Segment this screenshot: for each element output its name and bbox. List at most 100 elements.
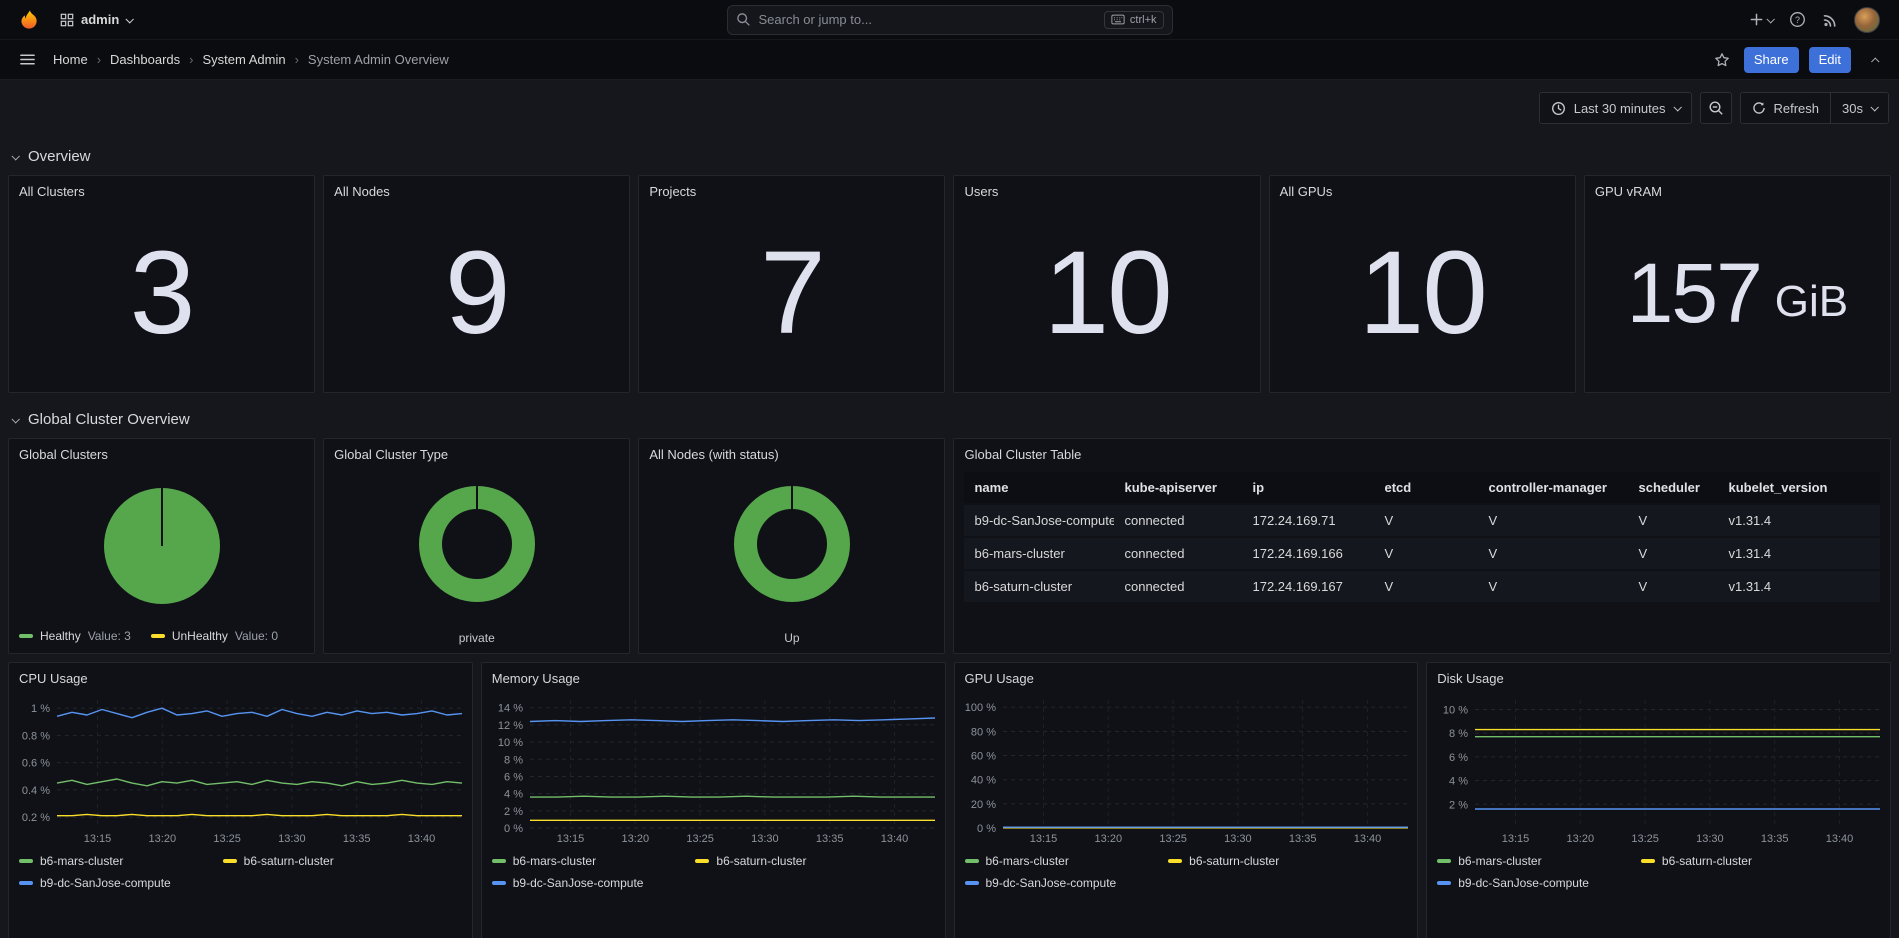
- time-range-label: Last 30 minutes: [1574, 101, 1666, 116]
- column-header[interactable]: kubelet_version: [1718, 472, 1880, 503]
- svg-text:10 %: 10 %: [498, 737, 523, 749]
- donut-label[interactable]: Up: [639, 621, 944, 653]
- legend-item[interactable]: b6-mars-cluster: [492, 854, 696, 868]
- panel-global-cluster-type: Global Cluster Type private: [323, 438, 630, 654]
- legend-item[interactable]: b6-saturn-cluster: [1641, 854, 1845, 868]
- legend-item[interactable]: UnHealthy Value: 0: [151, 629, 278, 643]
- column-header[interactable]: kube-apiserver: [1114, 472, 1242, 503]
- breadcrumb-home[interactable]: Home: [53, 52, 110, 67]
- time-controls: Last 30 minutes Refresh 30s: [8, 80, 1891, 138]
- org-switcher[interactable]: admin: [60, 12, 132, 27]
- legend-swatch: [695, 859, 709, 863]
- dashboard-canvas: Last 30 minutes Refresh 30s: [0, 80, 1899, 938]
- grafana-logo-icon: [19, 9, 41, 31]
- legend-item[interactable]: b9-dc-SanJose-compute: [19, 876, 223, 890]
- panel-title[interactable]: GPU Usage: [955, 663, 1418, 690]
- legend-item[interactable]: b6-saturn-cluster: [223, 854, 427, 868]
- panel-title[interactable]: Global Clusters: [9, 439, 314, 466]
- legend-swatch: [1641, 859, 1655, 863]
- column-header[interactable]: etcd: [1374, 472, 1478, 503]
- panel-nodes-status: All Nodes (with status) Up: [638, 438, 945, 654]
- donut-label[interactable]: private: [324, 621, 629, 653]
- star-icon: [1714, 52, 1730, 68]
- cluster-table-body: b9-dc-SanJose-computeconnected172.24.169…: [964, 505, 1880, 602]
- table-cell: V: [1478, 571, 1628, 602]
- user-menu-button[interactable]: [1849, 2, 1885, 38]
- table-cell: V: [1628, 505, 1718, 536]
- svg-text:6 %: 6 %: [504, 771, 523, 783]
- svg-text:1 %: 1 %: [31, 703, 50, 715]
- new-button[interactable]: [1744, 7, 1778, 32]
- legend-item[interactable]: b9-dc-SanJose-compute: [492, 876, 696, 890]
- legend-item[interactable]: b6-mars-cluster: [1437, 854, 1641, 868]
- panel-title[interactable]: Global Cluster Table: [954, 439, 1890, 466]
- panel-all-nodes: All Nodes 9: [323, 175, 630, 393]
- time-range-picker[interactable]: Last 30 minutes: [1539, 92, 1692, 124]
- panel-title[interactable]: All Clusters: [9, 176, 314, 203]
- panel-title[interactable]: GPU vRAM: [1585, 176, 1890, 203]
- favorite-button[interactable]: [1710, 48, 1734, 72]
- panel-cpu-usage: CPU Usage 1 %0.8 %0.6 %0.4 %0.2 %13:1513…: [8, 662, 473, 938]
- global-row: Global Clusters Healthy Value: 3 UnHealt…: [8, 438, 1891, 654]
- search-input[interactable]: [759, 12, 1096, 27]
- collapse-toolbar-button[interactable]: [1867, 48, 1885, 71]
- section-global-cluster-overview[interactable]: Global Cluster Overview: [8, 401, 1891, 438]
- table-cell: v1.31.4: [1718, 538, 1880, 569]
- breadcrumb-dashboards[interactable]: Dashboards: [110, 52, 202, 67]
- refresh-button[interactable]: Refresh: [1741, 93, 1831, 123]
- global-search[interactable]: ctrl+k: [727, 5, 1173, 35]
- legend-swatch: [965, 881, 979, 885]
- table-cell: V: [1628, 571, 1718, 602]
- refresh-interval-label: 30s: [1842, 101, 1863, 116]
- legend-item[interactable]: b9-dc-SanJose-compute: [965, 876, 1169, 890]
- edit-button[interactable]: Edit: [1809, 47, 1851, 73]
- svg-text:13:25: 13:25: [1159, 833, 1187, 844]
- help-button[interactable]: ?: [1784, 6, 1811, 33]
- mega-menu-toggle[interactable]: [14, 46, 41, 73]
- refresh-label: Refresh: [1774, 101, 1820, 116]
- panel-title[interactable]: Global Cluster Type: [324, 439, 629, 466]
- panel-gpu-vram: GPU vRAM 157 GiB: [1584, 175, 1891, 393]
- chevron-down-icon: [1673, 103, 1681, 111]
- share-button[interactable]: Share: [1744, 47, 1799, 73]
- legend-swatch: [19, 859, 33, 863]
- table-cell: b9-dc-SanJose-compute: [964, 505, 1114, 536]
- svg-text:13:20: 13:20: [621, 833, 649, 844]
- panel-title[interactable]: Projects: [639, 176, 944, 203]
- grafana-home-button[interactable]: [14, 4, 46, 36]
- column-header[interactable]: name: [964, 472, 1114, 503]
- panel-title[interactable]: CPU Usage: [9, 663, 472, 690]
- refresh-icon: [1752, 101, 1766, 115]
- svg-text:40 %: 40 %: [970, 775, 995, 787]
- panel-title[interactable]: All Nodes: [324, 176, 629, 203]
- panel-title[interactable]: All GPUs: [1270, 176, 1575, 203]
- zoom-out-button[interactable]: [1700, 92, 1732, 124]
- panel-title[interactable]: Users: [954, 176, 1259, 203]
- legend-item[interactable]: Healthy Value: 3: [19, 629, 131, 643]
- legend-item[interactable]: b9-dc-SanJose-compute: [1437, 876, 1641, 890]
- svg-text:13:15: 13:15: [84, 833, 112, 844]
- nodes-status-donut: [734, 486, 850, 602]
- panel-title[interactable]: Memory Usage: [482, 663, 945, 690]
- news-feed-button[interactable]: [1817, 7, 1843, 33]
- legend-label: b6-mars-cluster: [986, 854, 1069, 868]
- legend-item[interactable]: b6-saturn-cluster: [1168, 854, 1372, 868]
- hamburger-icon: [19, 51, 36, 68]
- column-header[interactable]: controller-manager: [1478, 472, 1628, 503]
- stat-value: 9: [445, 234, 509, 352]
- legend-item[interactable]: b6-mars-cluster: [965, 854, 1169, 868]
- column-header[interactable]: ip: [1242, 472, 1374, 503]
- panel-title[interactable]: Disk Usage: [1427, 663, 1890, 690]
- legend-item[interactable]: b6-mars-cluster: [19, 854, 223, 868]
- breadcrumb-system-admin[interactable]: System Admin: [202, 52, 307, 67]
- section-title: Overview: [28, 148, 91, 165]
- svg-text:13:25: 13:25: [1632, 833, 1660, 844]
- refresh-interval-dropdown[interactable]: 30s: [1830, 93, 1888, 123]
- panel-title[interactable]: All Nodes (with status): [639, 439, 944, 466]
- legend-item[interactable]: b6-saturn-cluster: [695, 854, 899, 868]
- column-header[interactable]: scheduler: [1628, 472, 1718, 503]
- cluster-table: namekube-apiserveripetcdcontroller-manag…: [954, 466, 1890, 653]
- section-overview[interactable]: Overview: [8, 138, 1891, 175]
- keyboard-icon: [1111, 14, 1125, 25]
- plus-icon: [1749, 12, 1764, 27]
